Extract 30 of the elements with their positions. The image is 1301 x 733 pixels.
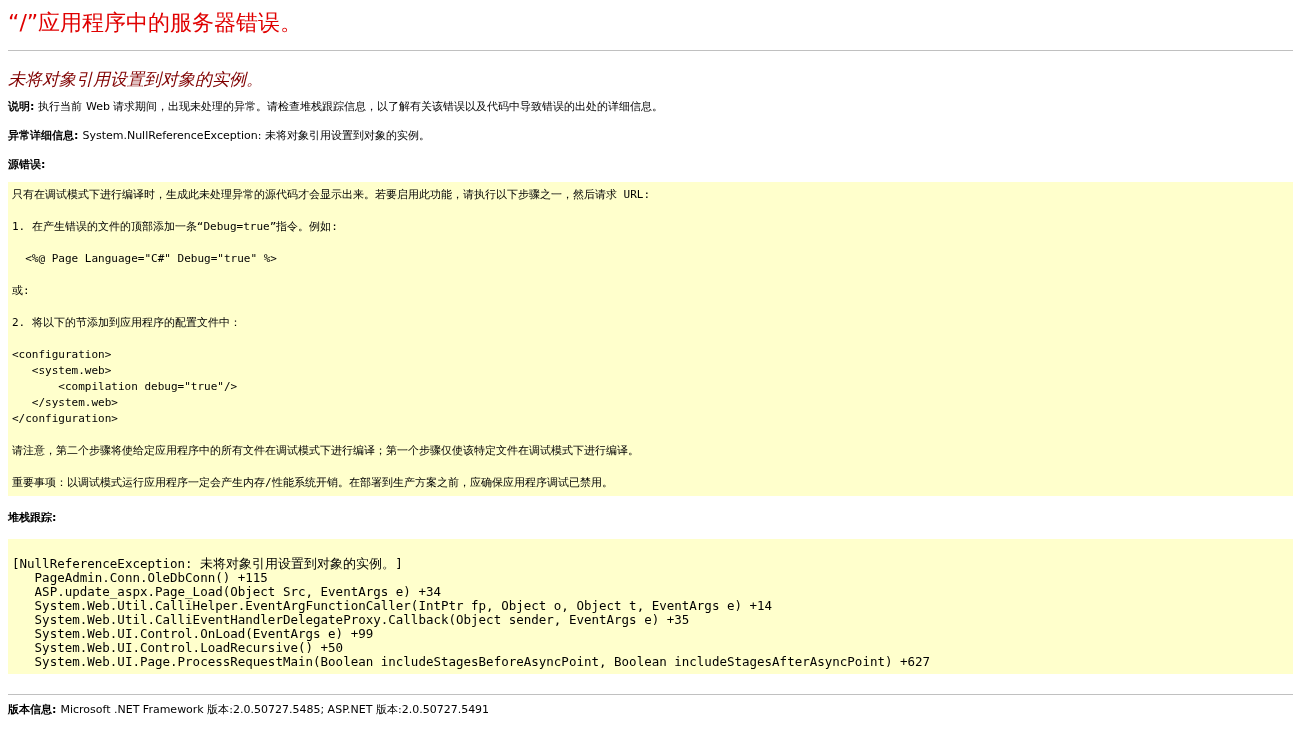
- code-line: </system.web>: [30, 395, 119, 411]
- section-heading: 堆栈跟踪:: [8, 510, 58, 525]
- stack-line: System.Web.UI.Control.OnLoad(EventArgs e) +99: [33, 627, 374, 641]
- stack-line: System.Web.Util.CalliHelper.EventArgFunctionCaller(IntPtr fp, Object o, Object t, EventArgs e) +14: [33, 599, 774, 613]
- code-line: <%@ Page Language="C#" Debug="true" %>: [24, 251, 278, 267]
- stack-line: System.Web.UI.Control.LoadRecursive() +50: [33, 641, 345, 655]
- code-line: 或:: [12, 283, 31, 299]
- code-line: 重要事项：以调试模式运行应用程序一定会产生内存/性能系统开销。在部署到生产方案之前，应确保应用程序调试已禁用。: [12, 475, 614, 491]
- field-label: 版本信息:: [8, 702, 57, 717]
- field-label: 异常详细信息:: [8, 128, 79, 143]
- code-line: </configuration>: [12, 411, 119, 427]
- version-text: Microsoft .NET Framework 版本:2.0.50727.5485; ASP.NET 版本:2.0.50727.5491: [60, 702, 490, 717]
- field-value: System.NullReferenceException: 未将对象引用设置到对象的实例。: [82, 128, 430, 143]
- stack-line: PageAdmin.Conn.OleDbConn() +115: [34, 571, 269, 585]
- field-label: 说明:: [8, 99, 35, 114]
- code-line: 请注意，第二个步骤将使给定应用程序中的所有文件在调试模式下进行编译；第一个步骤仅使该特定文件在调试模式下进行编译。: [12, 443, 640, 459]
- stack-line: System.Web.UI.Page.ProcessRequestMain(Boolean includeStagesBeforeAsyncPoint, Boolean includeStagesAfterAsyncPoint) +627: [33, 655, 932, 669]
- error-message: 未将对象引用设置到对象的实例。: [8, 68, 264, 91]
- code-line: <compilation debug="true"/>: [57, 379, 239, 395]
- code-line: <configuration>: [12, 347, 113, 363]
- code-line: 2. 将以下的节添加到应用程序的配置文件中：: [12, 315, 242, 331]
- stack-line: [NullReferenceException: 未将对象引用设置到对象的实例。]: [12, 557, 404, 571]
- field-value: 执行当前 Web 请求期间，出现未处理的异常。请检查堆栈跟踪信息，以了解有关该错误以及代码中导致错误的出处的详细信息。: [38, 99, 664, 114]
- section-heading: 源错误:: [8, 157, 47, 172]
- stack-line: ASP.update_aspx.Page_Load(Object Src, EventArgs e) +34: [33, 585, 442, 599]
- page-title: “/”应用程序中的服务器错误。: [8, 9, 304, 37]
- code-line: 1. 在产生错误的文件的顶部添加一条“Debug=true”指令。例如:: [12, 219, 339, 235]
- stack-line: System.Web.Util.CalliEventHandlerDelegateProxy.Callback(Object sender, EventArgs e) +35: [33, 613, 690, 627]
- code-line: 只有在调试模式下进行编译时，生成此未处理异常的源代码才会显示出来。若要启用此功能，请执行以下步骤之一，然后请求 URL:: [12, 187, 652, 203]
- code-line: <system.web>: [30, 363, 113, 379]
